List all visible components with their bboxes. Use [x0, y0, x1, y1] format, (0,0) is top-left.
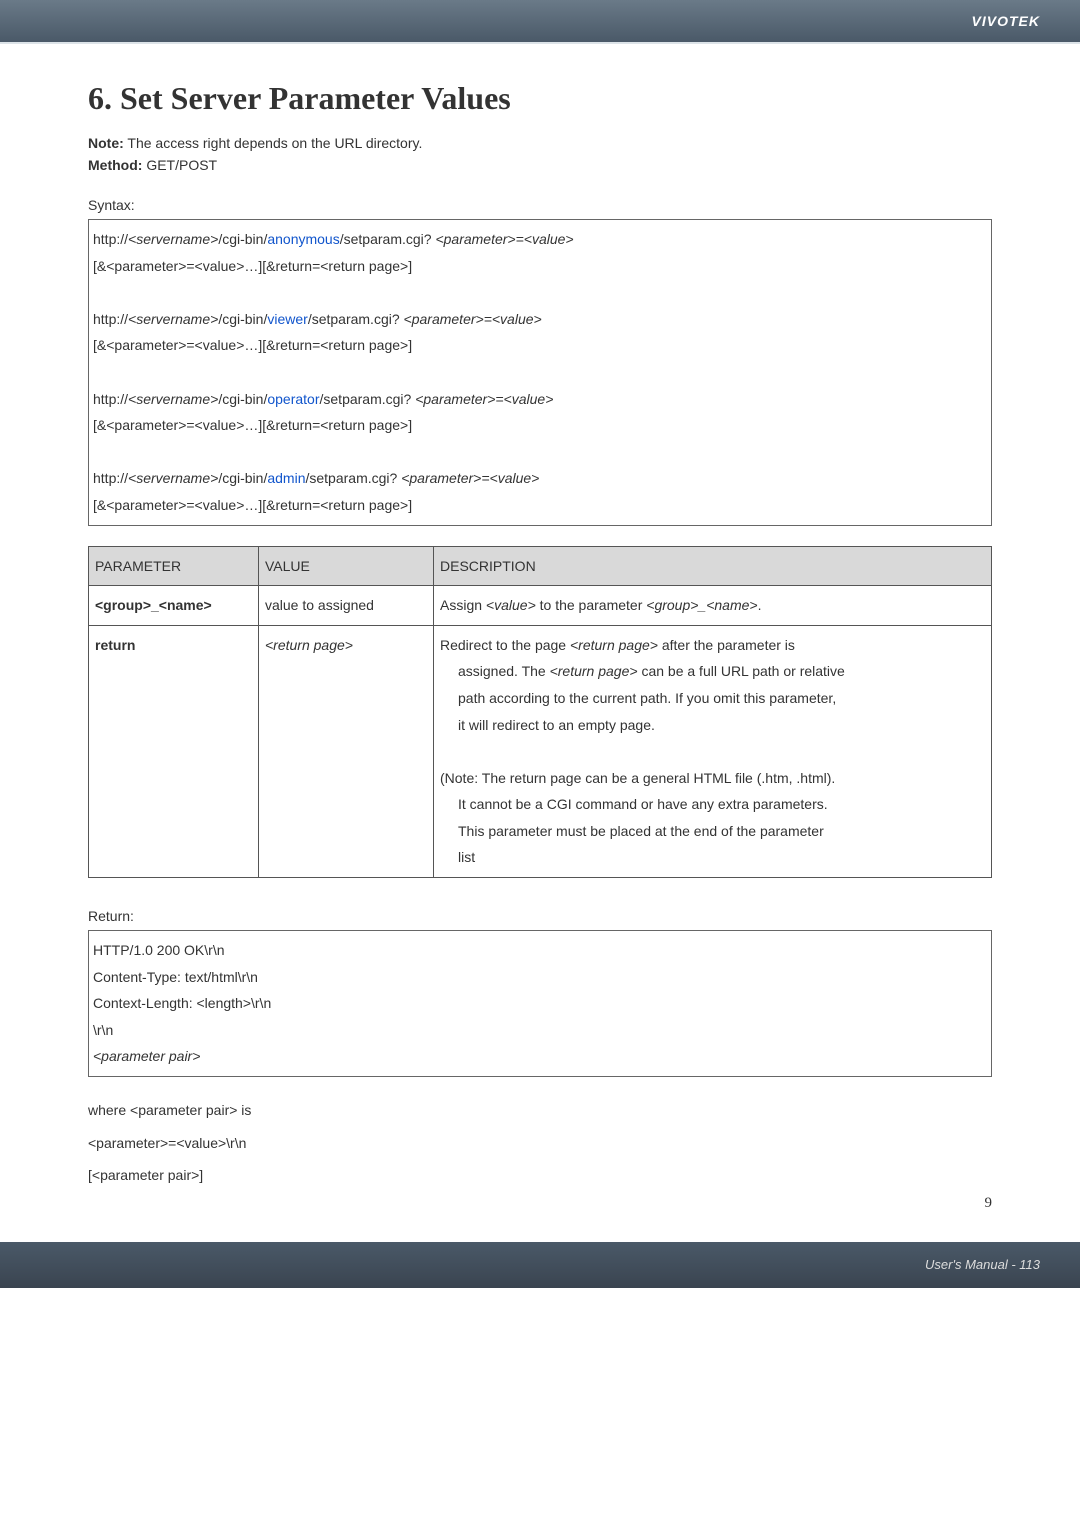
syntax-row: [&<parameter>=<value>…][&return=<return … — [93, 492, 987, 519]
header-value: VALUE — [259, 546, 434, 586]
param-value: <parameter>=<value> — [435, 231, 573, 247]
brand-logo: VIVOTEK — [972, 13, 1040, 29]
divider — [0, 42, 1080, 44]
after-return-line: <parameter>=<value>\r\n — [88, 1130, 992, 1157]
param-value: <parameter>=<value> — [401, 470, 539, 486]
syntax-row: [&<parameter>=<value>…][&return=<return … — [93, 412, 987, 439]
text: Assign — [440, 597, 486, 613]
parameter-table: PARAMETER VALUE DESCRIPTION <group>_<nam… — [88, 546, 992, 879]
syntax-label: Syntax: — [88, 197, 992, 213]
cell-parameter: return — [89, 625, 259, 877]
text: list — [440, 844, 985, 871]
text: http:// — [93, 391, 128, 407]
text: (Note: The return page can be a general … — [440, 765, 985, 792]
param-value: <parameter>=<value> — [404, 311, 542, 327]
method-label: Method: — [88, 157, 142, 173]
text: /setparam.cgi? — [320, 391, 416, 407]
text: /setparam.cgi? — [305, 470, 401, 486]
servername: <servername> — [128, 231, 218, 247]
header-parameter: PARAMETER — [89, 546, 259, 586]
text: . — [758, 597, 762, 613]
return-line: HTTP/1.0 200 OK\r\n — [93, 937, 987, 964]
page-content: 6. Set Server Parameter Values Note: The… — [0, 50, 1080, 1232]
return-label: Return: — [88, 908, 992, 924]
header-description: DESCRIPTION — [434, 546, 992, 586]
header-bar: VIVOTEK — [0, 0, 1080, 42]
note-text: The access right depends on the URL dire… — [124, 135, 423, 151]
syntax-row: http://<servername>/cgi-bin/admin/setpar… — [93, 465, 987, 492]
cell-value: value to assigned — [259, 586, 434, 626]
section-title: 6. Set Server Parameter Values — [88, 80, 992, 117]
text: /cgi-bin/ — [218, 391, 267, 407]
text: /setparam.cgi? — [340, 231, 436, 247]
after-return-line: [<parameter pair>] — [88, 1162, 992, 1189]
page-number: 9 — [88, 1195, 992, 1212]
role-anonymous: anonymous — [267, 231, 339, 247]
cell-parameter: <group>_<name> — [89, 586, 259, 626]
param-value: <parameter>=<value> — [415, 391, 553, 407]
syntax-row: http://<servername>/cgi-bin/operator/set… — [93, 386, 987, 413]
text: http:// — [93, 231, 128, 247]
table-row: <group>_<name> value to assigned Assign … — [89, 586, 992, 626]
cell-description: Redirect to the page <return page> after… — [434, 625, 992, 877]
table-row: return <return page> Redirect to the pag… — [89, 625, 992, 877]
text: it will redirect to an empty page. — [440, 712, 985, 739]
return-line: Content-Type: text/html\r\n — [93, 964, 987, 991]
note-line: Note: The access right depends on the UR… — [88, 135, 992, 151]
servername: <servername> — [128, 470, 218, 486]
cell-description: Assign <value> to the parameter <group>_… — [434, 586, 992, 626]
syntax-row: http://<servername>/cgi-bin/viewer/setpa… — [93, 306, 987, 333]
text: Redirect to the page <return page> after… — [440, 637, 795, 653]
servername: <servername> — [128, 391, 218, 407]
servername: <servername> — [128, 311, 218, 327]
text: http:// — [93, 470, 128, 486]
syntax-box: http://<servername>/cgi-bin/anonymous/se… — [88, 219, 992, 526]
text: /cgi-bin/ — [218, 311, 267, 327]
return-line: <parameter pair> — [93, 1043, 987, 1070]
syntax-row: [&<parameter>=<value>…][&return=<return … — [93, 253, 987, 280]
text: path according to the current path. If y… — [440, 685, 985, 712]
method-line: Method: GET/POST — [88, 157, 992, 173]
table-header-row: PARAMETER VALUE DESCRIPTION — [89, 546, 992, 586]
syntax-row: [&<parameter>=<value>…][&return=<return … — [93, 332, 987, 359]
footer-text: User's Manual - 113 — [925, 1257, 1040, 1272]
role-viewer: viewer — [267, 311, 307, 327]
text: assigned. The <return page> can be a ful… — [440, 658, 985, 685]
text-italic: <value> — [486, 597, 536, 613]
footer-bar: User's Manual - 113 — [0, 1242, 1080, 1288]
text: /setparam.cgi? — [308, 311, 404, 327]
after-return-line: where <parameter pair> is — [88, 1097, 992, 1124]
text: http:// — [93, 311, 128, 327]
syntax-row: http://<servername>/cgi-bin/anonymous/se… — [93, 226, 987, 253]
return-line: \r\n — [93, 1017, 987, 1044]
cell-value: <return page> — [259, 625, 434, 877]
role-admin: admin — [267, 470, 305, 486]
text: to the parameter — [536, 597, 647, 613]
note-label: Note: — [88, 135, 124, 151]
method-text: GET/POST — [142, 157, 217, 173]
return-box: HTTP/1.0 200 OK\r\n Content-Type: text/h… — [88, 930, 992, 1077]
return-line: Context-Length: <length>\r\n — [93, 990, 987, 1017]
text-italic: <group>_<name> — [646, 597, 757, 613]
text: /cgi-bin/ — [218, 470, 267, 486]
role-operator: operator — [267, 391, 319, 407]
text: This parameter must be placed at the end… — [440, 818, 985, 845]
text: /cgi-bin/ — [218, 231, 267, 247]
text: It cannot be a CGI command or have any e… — [440, 791, 985, 818]
